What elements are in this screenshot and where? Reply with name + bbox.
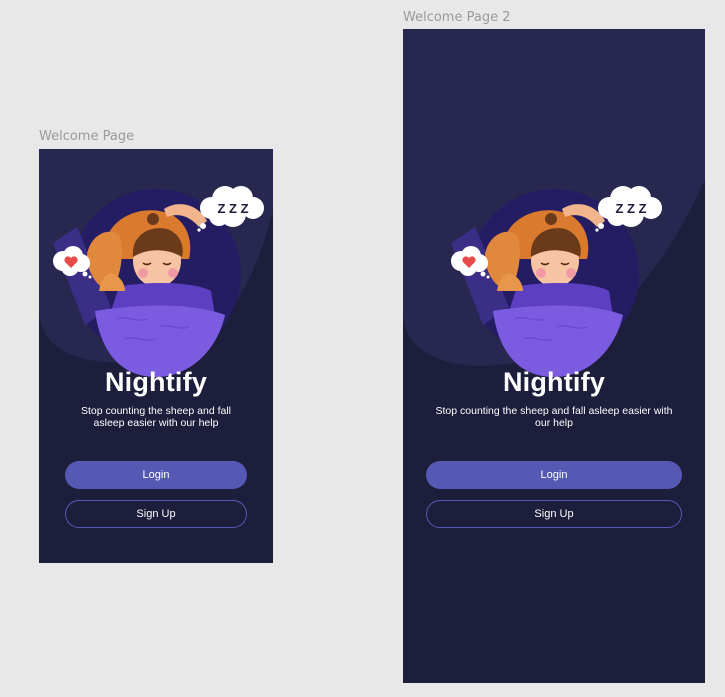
zzz-text: Z Z Z [217,201,248,216]
tagline: Stop counting the sheep and fall asleep … [80,405,232,429]
login-button-label: Login [540,469,568,481]
frame-label-welcome-page: Welcome Page [39,129,135,144]
heart-bubble [53,246,92,279]
frame-label-welcome-page-2: Welcome Page 2 [403,10,511,25]
app-title: Nightify [104,367,208,397]
app-title: Nightify [502,367,606,397]
login-button-label: Login [142,469,170,481]
login-button[interactable]: Login [65,461,247,489]
signup-button[interactable]: Sign Up [65,500,247,528]
zzz-dream-bubble: Z Z Z [197,186,264,232]
signup-button-label: Sign Up [534,508,574,520]
tagline: Stop counting the sheep and fall asleep … [435,405,673,429]
zzz-text: Z Z Z [615,201,646,216]
login-button[interactable]: Login [426,461,682,489]
welcome-page-frame: Z Z Z Nightify Stop counting the sheep a… [39,149,273,563]
welcome-page-2-frame: Z Z Z Nightify Stop counting the sheep a… [403,29,705,683]
zzz-dream-bubble: Z Z Z [595,186,662,232]
heart-bubble [451,246,490,279]
signup-button-label: Sign Up [136,508,176,520]
signup-button[interactable]: Sign Up [426,500,682,528]
